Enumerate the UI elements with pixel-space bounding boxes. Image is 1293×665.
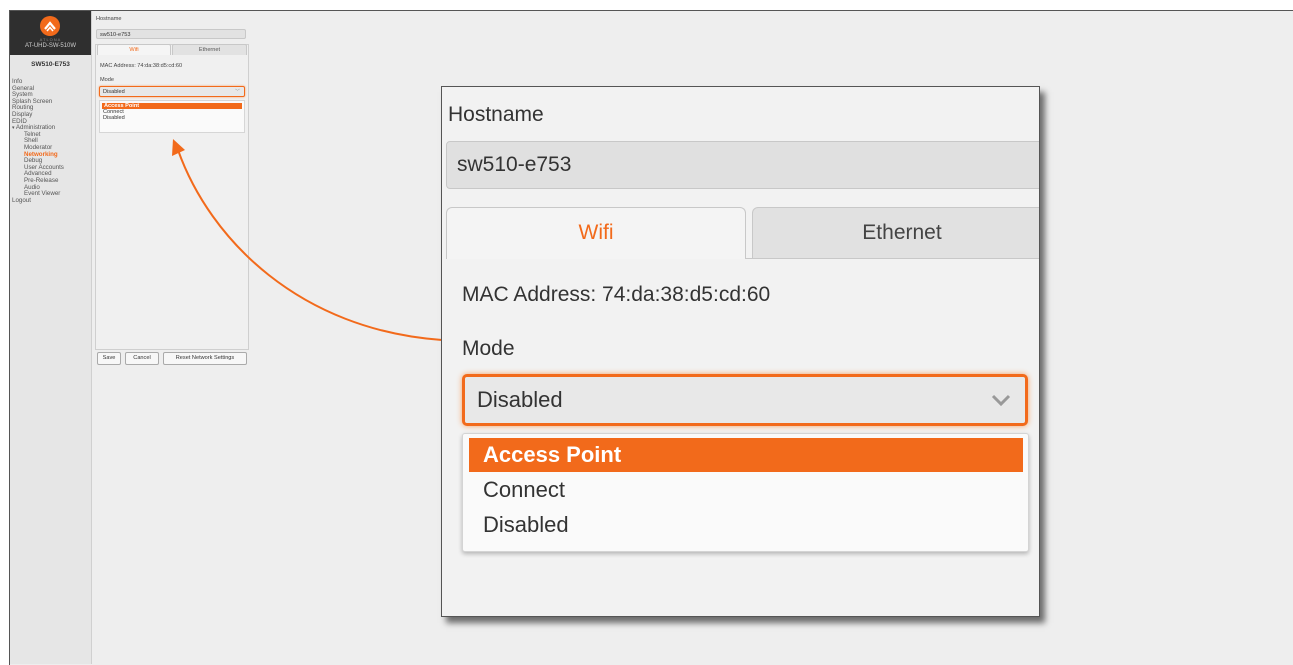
sidebar-nav: Info General System Splash Screen Routin…: [10, 78, 91, 205]
zoom-mode-select[interactable]: Disabled: [462, 374, 1028, 426]
chevron-down-icon: [991, 394, 1011, 407]
mode-label: Mode: [100, 77, 114, 83]
mode-dropdown-list: Access Point Connect Disabled: [99, 100, 245, 133]
zoom-tab-wifi[interactable]: Wifi: [446, 207, 746, 259]
zoom-option-access-point[interactable]: Access Point: [469, 438, 1023, 472]
cancel-button[interactable]: Cancel: [125, 352, 159, 365]
model-name: AT-UHD-SW-510W: [24, 43, 77, 49]
zoom-tab-ethernet[interactable]: Ethernet: [752, 207, 1039, 259]
zoom-hostname-label: Hostname: [448, 103, 544, 126]
sidebar-item-administration[interactable]: ▾ Administration: [10, 124, 91, 132]
sidebar-item-logout[interactable]: Logout: [10, 197, 91, 205]
zoom-mode-label: Mode: [462, 337, 515, 360]
atlona-logo-icon: [40, 16, 60, 36]
tab-wifi[interactable]: Wifi: [97, 44, 171, 55]
zoom-option-connect[interactable]: Connect: [469, 473, 1023, 507]
mac-address-label: MAC Address: 74:da:38:d5:cd:60: [100, 63, 183, 69]
sidebar-item-telnet[interactable]: Telnet: [10, 131, 91, 139]
zoom-hostname-input[interactable]: sw510-e753: [446, 141, 1039, 189]
tab-divider: [746, 258, 1039, 259]
hostname-label: Hostname: [96, 16, 122, 22]
save-button[interactable]: Save: [97, 352, 121, 365]
zoom-mode-dropdown-list: Access Point Connect Disabled: [462, 433, 1029, 552]
sidebar-item-pre-release[interactable]: Pre-Release: [10, 177, 91, 185]
chevron-down-icon: ﹀: [234, 89, 240, 95]
mode-select-value: Disabled: [103, 89, 125, 95]
sidebar-item-networking[interactable]: Networking: [10, 151, 91, 159]
sidebar: ATLONA AT-UHD-SW-510W SW510-E753 Info Ge…: [10, 11, 92, 664]
zoom-mode-select-value: Disabled: [477, 387, 563, 412]
device-name: SW510-E753: [31, 61, 70, 68]
zoom-callout: Hostname sw510-e753 Wifi Ethernet MAC Ad…: [441, 86, 1040, 617]
zoom-option-disabled[interactable]: Disabled: [469, 508, 1023, 542]
logo-area: ATLONA AT-UHD-SW-510W: [10, 11, 91, 55]
brand-name: ATLONA: [39, 37, 62, 42]
mode-select[interactable]: Disabled ﹀: [99, 86, 245, 97]
caret-down-icon: ▾: [12, 125, 15, 132]
reset-network-settings-button[interactable]: Reset Network Settings: [163, 352, 247, 365]
tab-ethernet[interactable]: Ethernet: [172, 44, 247, 55]
option-disabled[interactable]: Disabled: [100, 115, 244, 121]
zoom-mac-address-label: MAC Address: 74:da:38:d5:cd:60: [462, 283, 771, 306]
hostname-input[interactable]: sw510-e753: [96, 29, 246, 39]
